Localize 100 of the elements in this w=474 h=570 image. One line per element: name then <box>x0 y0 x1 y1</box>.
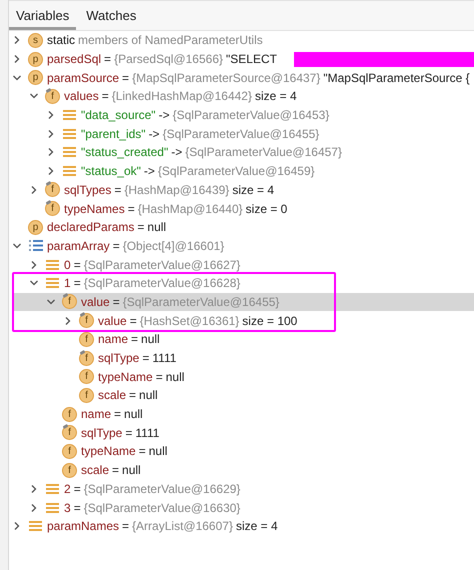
chevron-down-icon[interactable] <box>46 296 56 307</box>
tree-row[interactable]: p parsedSql = {ParsedSql@16566} "SELECT <box>9 50 474 68</box>
field-icon: f <box>79 332 94 347</box>
variable-name: 1 <box>64 275 71 292</box>
chevron-right-icon[interactable] <box>12 54 22 64</box>
tree-row[interactable]: f value = {HashSet@16361} size = 100 <box>14 311 334 330</box>
separator: = <box>74 480 81 498</box>
variable-name: values <box>64 88 99 106</box>
tree-row[interactable]: f name = null <box>9 330 474 349</box>
list-icon <box>46 502 59 514</box>
chevron-down-icon[interactable] <box>12 240 22 251</box>
field-icon: p <box>28 52 43 67</box>
type-label: {SqlParameterValue@16629} <box>84 480 240 498</box>
field-icon: s <box>28 32 43 48</box>
value-text: null <box>148 443 168 460</box>
chevron-right-icon[interactable] <box>46 147 56 158</box>
separator: = <box>128 200 135 218</box>
chevron-right-icon[interactable] <box>29 502 39 513</box>
tree-row[interactable]: 0 = {SqlParameterValue@16627} <box>9 255 474 274</box>
list-icon <box>63 165 76 178</box>
chevron-right-icon[interactable] <box>12 35 22 46</box>
chevron-right-icon[interactable] <box>46 110 56 120</box>
field-icon: f <box>62 444 77 459</box>
field-icon: f <box>45 201 60 216</box>
variable-name: 0 <box>64 256 71 274</box>
tree-row[interactable]: f typeName = null <box>9 367 474 386</box>
chevron-right-icon[interactable] <box>29 260 39 270</box>
variable-name: 2 <box>64 480 71 498</box>
chevron-right-icon[interactable] <box>29 484 39 494</box>
separator: = <box>114 182 122 199</box>
tree-row[interactable]: paramNames = {ArrayList@16607} size = 4 <box>9 516 474 536</box>
type-label: {SqlParameterValue@16627} <box>84 256 240 274</box>
tree-row[interactable]: f sqlType = 1111 <box>9 423 474 442</box>
variable-name: scale <box>81 462 110 480</box>
list-icon <box>46 277 59 290</box>
tree-row[interactable]: f typeName = null <box>9 442 474 461</box>
value-text: null <box>124 406 143 424</box>
separator: = <box>129 387 136 404</box>
tree-row[interactable]: p paramSource = {MapSqlParameterSource@16437} "MapSqlParameterSource { <box>9 68 474 88</box>
type-label: {SqlParameterValue@16628} <box>84 275 240 292</box>
separator: = <box>112 294 120 311</box>
list-icon <box>63 128 76 140</box>
separator: = <box>122 70 130 87</box>
tree-row[interactable]: f scale = null <box>9 386 474 405</box>
tree-row[interactable]: paramArray = {Object[4]@16601} <box>9 236 474 256</box>
tree-row[interactable]: 3 = {SqlParameterValue@16630} <box>9 498 474 517</box>
field-icon: f <box>79 313 94 328</box>
field-icon: p <box>28 220 43 235</box>
field-icon: f <box>45 182 60 198</box>
variable-name: parsedSql <box>47 51 102 68</box>
type-label: {SqlParameterValue@16459} <box>158 163 315 180</box>
separator: = <box>114 406 122 424</box>
tree-row[interactable]: "status_ok" -> {SqlParameterValue@16459} <box>9 162 474 180</box>
field-icon: f <box>79 388 94 403</box>
type-label: members of NamedParameterUtils <box>78 32 263 50</box>
chevron-right-icon[interactable] <box>46 128 56 139</box>
type-label: {SqlParameterValue@16457} <box>185 144 342 162</box>
tree-row[interactable]: "parent_ids" -> {SqlParameterValue@16455} <box>9 124 474 144</box>
chevron-right-icon[interactable] <box>63 316 73 326</box>
field-icon: f <box>62 462 77 478</box>
tree-row[interactable]: "data_source" -> {SqlParameterValue@16453} <box>9 106 474 124</box>
variable-name: paramArray <box>47 238 110 255</box>
chevron-right-icon[interactable] <box>12 521 22 532</box>
variable-name: declaredParams <box>47 219 134 236</box>
separator: = <box>125 424 132 442</box>
tab[interactable]: Watches <box>76 1 146 30</box>
tree-row[interactable]: "status_created" -> {SqlParameterValue@16457} <box>9 143 474 162</box>
tree-row[interactable]: f sqlTypes = {HashMap@16439} size = 4 <box>9 180 474 200</box>
tree-row[interactable]: f values = {LinkedHashMap@16442} size = 4 <box>9 87 474 106</box>
value-text: null <box>122 462 141 480</box>
list-icon <box>29 520 42 532</box>
separator: -> <box>158 107 170 124</box>
tree-row[interactable]: f typeNames = {HashMap@16440} size = 0 <box>9 199 474 218</box>
type-label: {Object[4]@16601} <box>122 238 224 255</box>
tree-row[interactable]: f scale = null <box>9 460 474 480</box>
chevron-right-icon[interactable] <box>46 166 56 176</box>
tree-row[interactable]: f sqlType = 1111 <box>9 348 474 368</box>
tree-row[interactable]: 2 = {SqlParameterValue@16629} <box>9 480 474 498</box>
tab[interactable]: Variables <box>9 1 76 30</box>
value-text: size = 4 <box>236 518 278 536</box>
tree-row[interactable]: f value = {SqlParameterValue@16455} <box>14 292 334 312</box>
value-text: "SELECT <box>226 51 277 68</box>
field-icon: f <box>62 406 77 422</box>
tree-row[interactable]: s static members of NamedParameterUtils <box>9 31 474 50</box>
separator: = <box>142 350 150 368</box>
value-text: "MapSqlParameterSource { <box>323 70 470 87</box>
variable-name: sqlType <box>98 350 140 368</box>
value-text: 1111 <box>152 350 176 368</box>
variable-name: paramNames <box>47 518 120 536</box>
tree-row[interactable]: p declaredParams = null <box>9 218 474 237</box>
tree-row[interactable]: 1 = {SqlParameterValue@16628} <box>14 274 334 293</box>
tree-row[interactable]: f name = null <box>9 404 474 424</box>
field-icon: f <box>79 350 94 366</box>
chevron-right-icon[interactable] <box>29 184 39 195</box>
variable-name: "status_ok" <box>81 163 141 180</box>
array-icon <box>28 239 42 252</box>
variable-name: "status_created" <box>81 144 168 162</box>
variable-name: 3 <box>64 500 71 517</box>
chevron-down-icon[interactable] <box>12 72 22 83</box>
variable-name: sqlType <box>81 424 122 442</box>
